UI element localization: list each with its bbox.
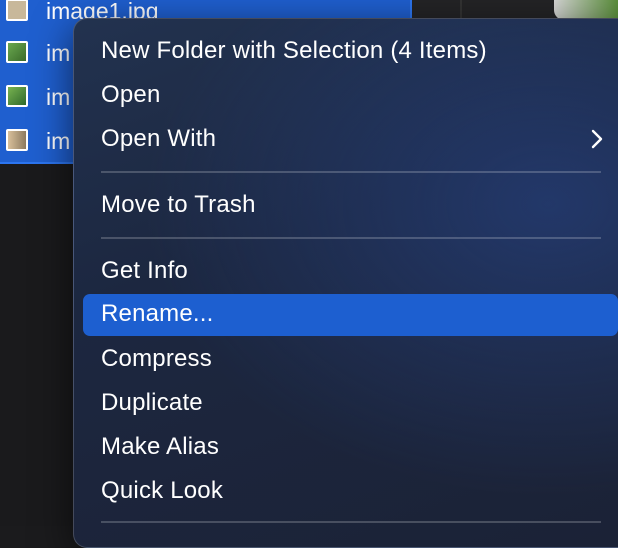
menu-item-new-folder-with-selection[interactable]: New Folder with Selection (4 Items) — [83, 31, 618, 73]
file-name: im — [46, 40, 71, 66]
menu-item-quick-look[interactable]: Quick Look — [83, 471, 618, 513]
context-menu: New Folder with Selection (4 Items) Open… — [73, 18, 618, 548]
file-name: im — [46, 84, 71, 110]
menu-item-label: Move to Trash — [101, 191, 256, 218]
menu-separator — [101, 521, 601, 523]
menu-item-label: Quick Look — [101, 477, 224, 504]
image-thumbnail-icon — [6, 41, 28, 63]
column-divider — [460, 0, 462, 20]
menu-item-move-to-trash[interactable]: Move to Trash — [83, 185, 618, 227]
menu-item-open-with[interactable]: Open With — [83, 119, 618, 161]
image-thumbnail-icon — [6, 0, 28, 21]
menu-item-make-alias[interactable]: Make Alias — [83, 427, 618, 469]
chevron-right-icon — [591, 129, 603, 149]
menu-item-label: Make Alias — [101, 433, 220, 460]
menu-item-compress[interactable]: Compress — [83, 339, 618, 381]
menu-item-open[interactable]: Open — [83, 75, 618, 117]
menu-item-label: Rename... — [101, 300, 214, 327]
menu-item-label: Open With — [101, 125, 217, 152]
menu-item-label: Compress — [101, 345, 212, 372]
image-thumbnail-icon — [6, 129, 28, 151]
menu-separator — [101, 171, 601, 173]
menu-item-label: New Folder with Selection (4 Items) — [101, 37, 487, 64]
menu-item-duplicate[interactable]: Duplicate — [83, 383, 618, 425]
menu-item-label: Duplicate — [101, 389, 203, 416]
preview-thumbnail — [554, 0, 618, 20]
menu-item-label: Get Info — [101, 257, 188, 284]
menu-separator — [101, 237, 601, 239]
menu-item-get-info[interactable]: Get Info — [83, 251, 618, 293]
menu-item-label: Open — [101, 81, 161, 108]
file-name: im — [46, 128, 71, 154]
menu-item-rename[interactable]: Rename... — [83, 294, 618, 336]
image-thumbnail-icon — [6, 85, 28, 107]
